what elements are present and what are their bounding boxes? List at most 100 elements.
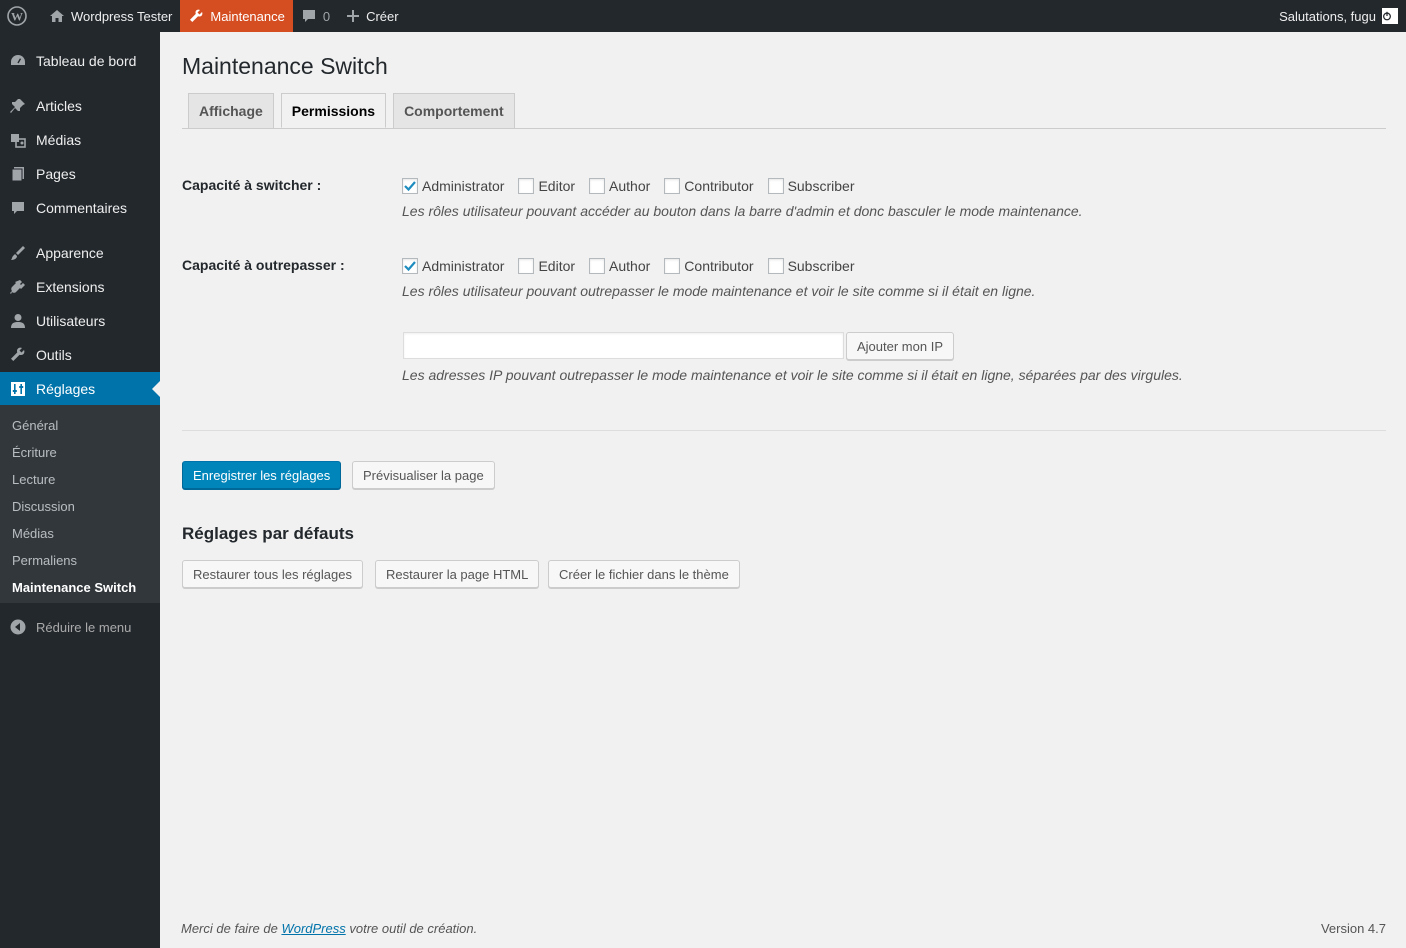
bypass-description: Les rôles utilisateur pouvant outrepasse… bbox=[402, 283, 1036, 299]
wordpress-logo-icon: W bbox=[7, 6, 27, 26]
plugins-icon bbox=[10, 280, 25, 294]
role-label: Editor bbox=[538, 178, 576, 194]
checkbox[interactable] bbox=[518, 178, 535, 194]
switch-description: Les rôles utilisateur pouvant accéder au… bbox=[402, 203, 1083, 219]
add-my-ip-button[interactable]: Ajouter mon IP bbox=[846, 332, 954, 360]
footer-thanks-suffix: votre outil de création. bbox=[345, 921, 478, 936]
collapse-arrow-icon bbox=[10, 619, 26, 635]
site-name-link[interactable]: Wordpress Tester bbox=[41, 0, 180, 32]
switch-roles-group: Administrator Editor Author Contributor … bbox=[402, 178, 868, 194]
pin-icon bbox=[10, 99, 25, 113]
checkbox[interactable] bbox=[518, 258, 535, 274]
footer-version: Version 4.7 bbox=[1320, 921, 1386, 936]
settings-submenu: Général Écriture Lecture Discussion Médi… bbox=[0, 405, 160, 603]
sidebar-item-settings[interactable]: Réglages bbox=[0, 372, 160, 406]
bypass-roles-group: Administrator Editor Author Contributor … bbox=[402, 258, 868, 274]
maintenance-toggle-button[interactable]: Maintenance bbox=[180, 0, 293, 32]
submenu-item-permalinks[interactable]: Permaliens bbox=[12, 553, 77, 568]
users-icon bbox=[11, 314, 25, 328]
bypass-role-subscriber[interactable]: Subscriber bbox=[767, 258, 854, 274]
submenu-item-media[interactable]: Médias bbox=[12, 526, 54, 541]
switch-role-editor[interactable]: Editor bbox=[518, 178, 575, 194]
collapse-menu-button[interactable]: Réduire le menu bbox=[0, 612, 160, 642]
submenu-item-reading[interactable]: Lecture bbox=[12, 472, 55, 487]
sidebar-item-users[interactable]: Utilisateurs bbox=[0, 304, 160, 338]
role-label: Subscriber bbox=[787, 178, 855, 194]
checkbox[interactable] bbox=[767, 178, 784, 194]
comments-link[interactable]: 0 bbox=[293, 0, 338, 32]
sidebar-item-label: Utilisateurs bbox=[36, 313, 106, 329]
footer-thanks-prefix: Merci de faire de bbox=[181, 921, 282, 936]
checkbox[interactable] bbox=[402, 178, 418, 194]
sidebar-item-pages[interactable]: Pages bbox=[0, 157, 160, 191]
sidebar-item-media[interactable]: Médias bbox=[0, 123, 160, 157]
tab-behavior[interactable]: Comportement bbox=[393, 93, 515, 128]
sidebar-item-label: Articles bbox=[36, 98, 82, 114]
sidebar-item-dashboard[interactable]: Tableau de bord bbox=[0, 44, 160, 78]
settings-icon bbox=[11, 382, 25, 396]
ip-address-input[interactable] bbox=[403, 332, 844, 359]
restore-all-settings-button[interactable]: Restaurer tous les réglages bbox=[182, 560, 363, 588]
home-icon bbox=[50, 10, 64, 22]
plus-icon bbox=[347, 10, 360, 22]
sidebar-item-articles[interactable]: Articles bbox=[0, 89, 160, 123]
sidebar-item-tools[interactable]: Outils bbox=[0, 338, 160, 372]
new-content-button[interactable]: Créer bbox=[338, 0, 407, 32]
sidebar-item-label: Pages bbox=[36, 166, 76, 182]
submenu-item-discussion[interactable]: Discussion bbox=[12, 499, 75, 514]
preview-page-button[interactable]: Prévisualiser la page bbox=[352, 461, 495, 489]
tab-display[interactable]: Affichage bbox=[188, 93, 274, 128]
sidebar-item-label: Apparence bbox=[36, 245, 104, 261]
comments-count: 0 bbox=[322, 8, 331, 24]
switch-role-subscriber[interactable]: Subscriber bbox=[767, 178, 855, 194]
role-label: Administrator bbox=[422, 258, 505, 274]
submenu-item-writing[interactable]: Écriture bbox=[12, 445, 57, 460]
checkbox[interactable] bbox=[589, 178, 606, 194]
user-account-menu[interactable]: Salutations, fugu bbox=[1271, 0, 1406, 32]
admin-sidebar: Tableau de bord Articles Médias Pages Co… bbox=[0, 32, 160, 948]
sidebar-item-label: Outils bbox=[36, 347, 72, 363]
restore-html-page-button[interactable]: Restaurer la page HTML bbox=[375, 560, 540, 588]
settings-tabs: Affichage Permissions Comportement bbox=[188, 93, 522, 128]
section-divider bbox=[182, 430, 1386, 431]
switch-role-contributor[interactable]: Contributor bbox=[664, 178, 754, 194]
wrench-icon bbox=[190, 9, 203, 22]
bypass-role-editor[interactable]: Editor bbox=[518, 258, 575, 274]
submenu-item-general[interactable]: Général bbox=[12, 418, 58, 433]
role-label: Administrator bbox=[422, 178, 505, 194]
wordpress-link[interactable]: WordPress bbox=[281, 921, 345, 936]
wordpress-logo-button[interactable]: W bbox=[0, 0, 41, 32]
submenu-item-maintenance-switch[interactable]: Maintenance Switch bbox=[12, 580, 136, 595]
tab-permissions[interactable]: Permissions bbox=[280, 93, 387, 128]
greeting-text: Salutations, fugu bbox=[1279, 8, 1376, 24]
bypass-role-contributor[interactable]: Contributor bbox=[664, 258, 754, 274]
bypass-capability-label: Capacité à outrepasser : bbox=[182, 257, 345, 273]
sidebar-item-comments[interactable]: Commentaires bbox=[0, 191, 160, 225]
sidebar-item-appearance[interactable]: Apparence bbox=[0, 236, 160, 270]
defaults-section-title: Réglages par défauts bbox=[182, 524, 354, 543]
admin-bar: W Wordpress Tester Maintenance 0 Créer S… bbox=[0, 0, 1406, 32]
checkbox[interactable] bbox=[402, 258, 418, 274]
save-settings-button[interactable]: Enregistrer les réglages bbox=[182, 461, 342, 489]
checkbox[interactable] bbox=[664, 178, 681, 194]
comment-bubble-icon bbox=[302, 10, 315, 22]
bypass-role-author[interactable]: Author bbox=[589, 258, 650, 274]
comments-icon bbox=[12, 202, 24, 214]
ip-description: Les adresses IP pouvant outrepasser le m… bbox=[402, 367, 1183, 383]
checkmark-icon bbox=[404, 261, 416, 272]
checkbox[interactable] bbox=[664, 258, 681, 274]
checkbox[interactable] bbox=[589, 258, 606, 274]
tools-icon bbox=[11, 347, 25, 361]
create-theme-file-button[interactable]: Créer le fichier dans le thème bbox=[548, 560, 740, 588]
bypass-role-administrator[interactable]: Administrator bbox=[402, 258, 504, 274]
switch-role-administrator[interactable]: Administrator bbox=[402, 178, 504, 194]
sidebar-item-label: Médias bbox=[36, 132, 82, 148]
sidebar-item-plugins[interactable]: Extensions bbox=[0, 270, 160, 304]
sidebar-item-label: Tableau de bord bbox=[36, 53, 137, 69]
switch-role-author[interactable]: Author bbox=[589, 178, 650, 194]
appearance-icon bbox=[11, 246, 25, 260]
maintenance-label: Maintenance bbox=[210, 8, 285, 24]
checkbox[interactable] bbox=[767, 258, 784, 274]
tabs-divider bbox=[182, 128, 1386, 129]
page-title: Maintenance Switch bbox=[182, 53, 388, 79]
